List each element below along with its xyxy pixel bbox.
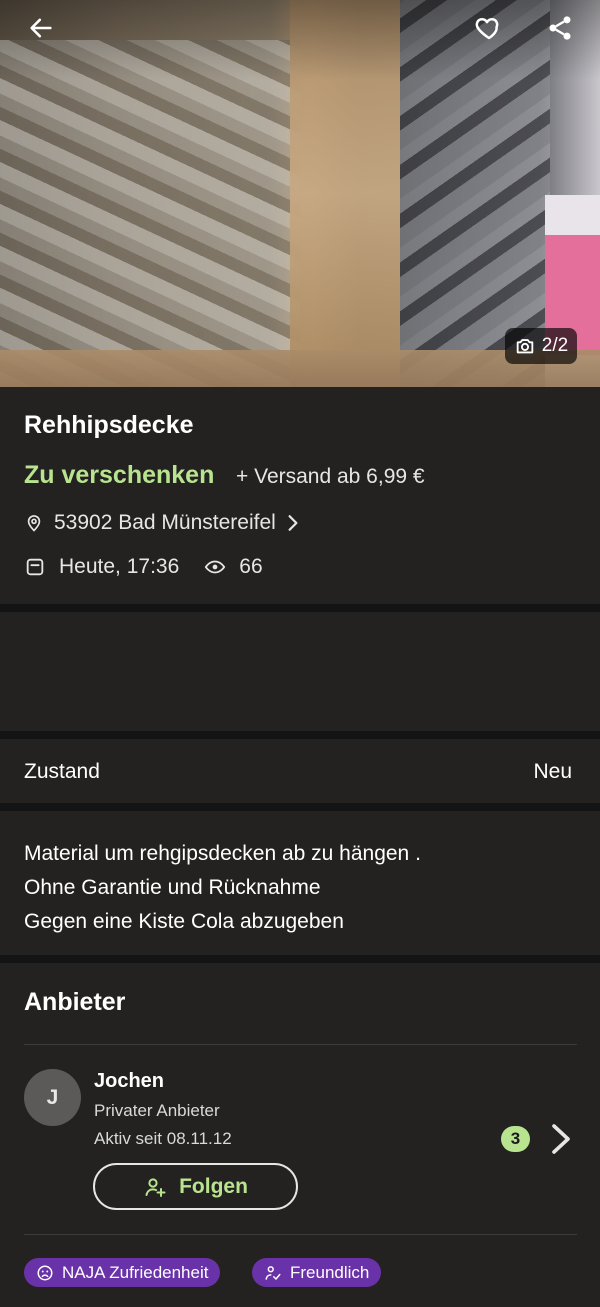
- seller-name[interactable]: Jochen: [94, 1070, 164, 1093]
- description-line: Gegen eine Kiste Cola abzugeben: [24, 910, 344, 933]
- person-add-icon: [145, 1177, 166, 1197]
- divider: [0, 955, 600, 963]
- seller-listing-count-badge: 3: [501, 1126, 530, 1152]
- badge-naja-satisfaction[interactable]: NAJA Zufriedenheit: [24, 1258, 221, 1287]
- badge-friendly[interactable]: Freundlich: [252, 1258, 382, 1287]
- description-text: Material um rehgipsdecken ab zu hängen .…: [24, 837, 421, 939]
- back-button[interactable]: [19, 6, 63, 50]
- share-icon: [549, 16, 571, 40]
- divider: [0, 604, 600, 612]
- neutral-face-icon: [37, 1265, 53, 1280]
- favorite-button[interactable]: [467, 6, 511, 50]
- description-line: Ohne Garantie und Rücknahme: [24, 876, 321, 899]
- condition-value: Neu: [533, 760, 572, 783]
- calendar-icon: [26, 558, 44, 576]
- shipping-info: + Versand ab 6,99 €: [236, 465, 425, 488]
- avatar[interactable]: J: [24, 1069, 81, 1126]
- divider-line: [24, 1234, 577, 1235]
- share-button[interactable]: [538, 6, 582, 50]
- divider-line: [24, 1044, 577, 1045]
- location-text: 53902 Bad Münstereifel: [54, 511, 276, 534]
- listing-title: Rehhipsdecke: [24, 411, 194, 439]
- back-arrow-icon: [30, 18, 52, 38]
- badge-label: NAJA Zufriedenheit: [62, 1262, 209, 1282]
- heart-icon: [475, 18, 499, 40]
- listing-meta: Heute, 17:36 66: [24, 553, 263, 581]
- image-counter: 2/2: [505, 328, 577, 364]
- view-count: 66: [239, 555, 263, 578]
- listing-date: Heute, 17:36: [59, 555, 180, 578]
- badge-label: Freundlich: [290, 1262, 370, 1282]
- camera-icon: [516, 339, 534, 354]
- empty-section: [0, 612, 600, 731]
- friendly-icon: [265, 1265, 281, 1280]
- chevron-right-icon: [552, 1124, 570, 1154]
- eye-icon: [205, 560, 226, 574]
- location-pin-icon: [27, 515, 41, 532]
- seller-profile-button[interactable]: [546, 1123, 574, 1155]
- divider: [0, 803, 600, 811]
- chevron-right-icon: [288, 515, 298, 531]
- follow-button[interactable]: Folgen: [93, 1163, 298, 1210]
- image-metal-parts: [0, 40, 300, 387]
- seller-type: Privater Anbieter: [94, 1101, 220, 1120]
- seller-active-since: Aktiv seit 08.11.12: [94, 1129, 232, 1148]
- listing-price: Zu verschenken: [24, 461, 215, 489]
- location-link[interactable]: 53902 Bad Münstereifel: [24, 509, 300, 537]
- description-line: Material um rehgipsdecken ab zu hängen .: [24, 842, 421, 865]
- divider: [0, 731, 600, 739]
- avatar-initial: J: [46, 1085, 59, 1109]
- seller-heading: Anbieter: [24, 988, 126, 1016]
- condition-label: Zustand: [24, 760, 100, 783]
- follow-label: Folgen: [179, 1174, 248, 1198]
- image-counter-text: 2/2: [541, 335, 569, 356]
